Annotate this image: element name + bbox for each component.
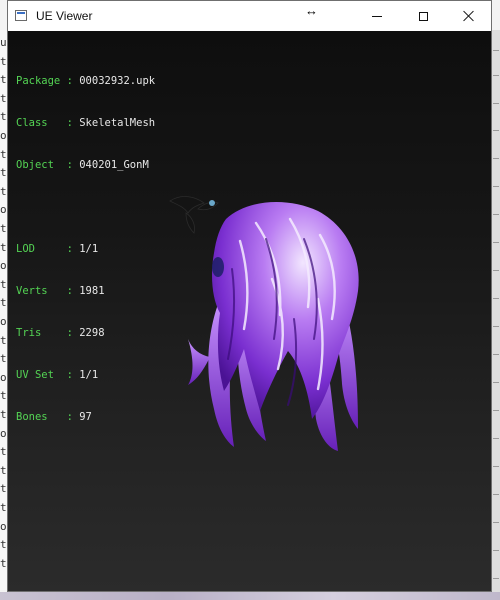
info-row-uvset: UV Set : 1/1 xyxy=(16,369,99,381)
desktop: uttttotttottottottottottttott UE Viewer … xyxy=(0,0,500,600)
background-terminal-glyph: o xyxy=(0,315,7,328)
background-terminal-glyph: t xyxy=(0,556,7,570)
title-bar[interactable]: UE Viewer ↔ xyxy=(8,1,491,31)
minimize-button[interactable] xyxy=(354,1,400,31)
3d-viewport[interactable]: Package : 00032932.upk Class : SkeletalM… xyxy=(8,31,491,591)
info-row-tris: Tris : 2298 xyxy=(16,327,105,339)
mesh-info-panel: Package : 00032932.upk Class : SkeletalM… xyxy=(16,46,155,452)
background-terminal-glyph: t xyxy=(0,240,7,254)
background-window-strip xyxy=(492,30,500,600)
background-terminal-glyph: t xyxy=(0,147,7,161)
background-terminal-glyph: o xyxy=(0,370,7,384)
background-taskbar-strip xyxy=(0,592,500,600)
close-icon xyxy=(463,10,475,22)
background-terminal-glyph: t xyxy=(0,184,7,198)
info-row-bones: Bones : 97 xyxy=(16,411,92,423)
background-terminal-glyph: t xyxy=(0,110,7,124)
background-terminal-glyph: o xyxy=(0,129,7,142)
background-terminal-glyph: t xyxy=(0,277,7,291)
background-terminal-glyph: o xyxy=(0,519,7,533)
maximize-button[interactable] xyxy=(400,1,446,31)
background-terminal-glyph: t xyxy=(0,463,7,477)
hair-accent xyxy=(212,257,224,277)
background-terminal-glyph: t xyxy=(0,408,7,421)
window-title: UE Viewer xyxy=(36,9,93,23)
info-row-object: Object : 040201_GonM xyxy=(16,159,149,171)
background-terminal-glyph: t xyxy=(0,501,7,514)
background-terminal-glyph: t xyxy=(0,54,7,68)
background-terminal-glyph: t xyxy=(0,91,7,105)
horizontal-resize-cursor-icon: ↔ xyxy=(305,3,318,18)
background-terminal-glyph: t xyxy=(0,333,7,347)
background-terminal-glyph: t xyxy=(0,166,7,180)
minimize-icon xyxy=(372,15,382,17)
hair-ornament xyxy=(169,196,219,234)
background-terminal-glyph: u xyxy=(0,36,7,49)
background-terminal-glyph: t xyxy=(0,73,7,87)
info-row-package: Package : 00032932.upk xyxy=(16,75,156,87)
purple-hair-model[interactable] xyxy=(148,179,368,451)
info-row-verts: Verts : 1981 xyxy=(16,285,105,297)
background-terminal-glyph: t xyxy=(0,445,7,459)
background-terminal-glyph: o xyxy=(0,203,7,217)
close-button[interactable] xyxy=(446,1,492,31)
app-window-icon[interactable] xyxy=(15,10,27,21)
ue-viewer-window[interactable]: UE Viewer ↔ Package : 00032932.upk Class… xyxy=(7,0,492,592)
info-row-lod: LOD : 1/1 xyxy=(16,243,99,255)
info-row-class: Class : SkeletalMesh xyxy=(16,117,156,129)
maximize-icon xyxy=(418,11,428,21)
background-terminal-glyph: t xyxy=(0,222,7,235)
background-terminal-glyph: t xyxy=(0,389,7,403)
background-terminal-glyph: o xyxy=(0,259,7,273)
background-terminal-glyph: o xyxy=(0,426,7,440)
background-terminal-glyph: t xyxy=(0,296,7,310)
background-terminal-glyph: t xyxy=(0,538,7,552)
background-terminal-glyph: t xyxy=(0,482,7,496)
background-terminal-glyph: t xyxy=(0,352,7,366)
